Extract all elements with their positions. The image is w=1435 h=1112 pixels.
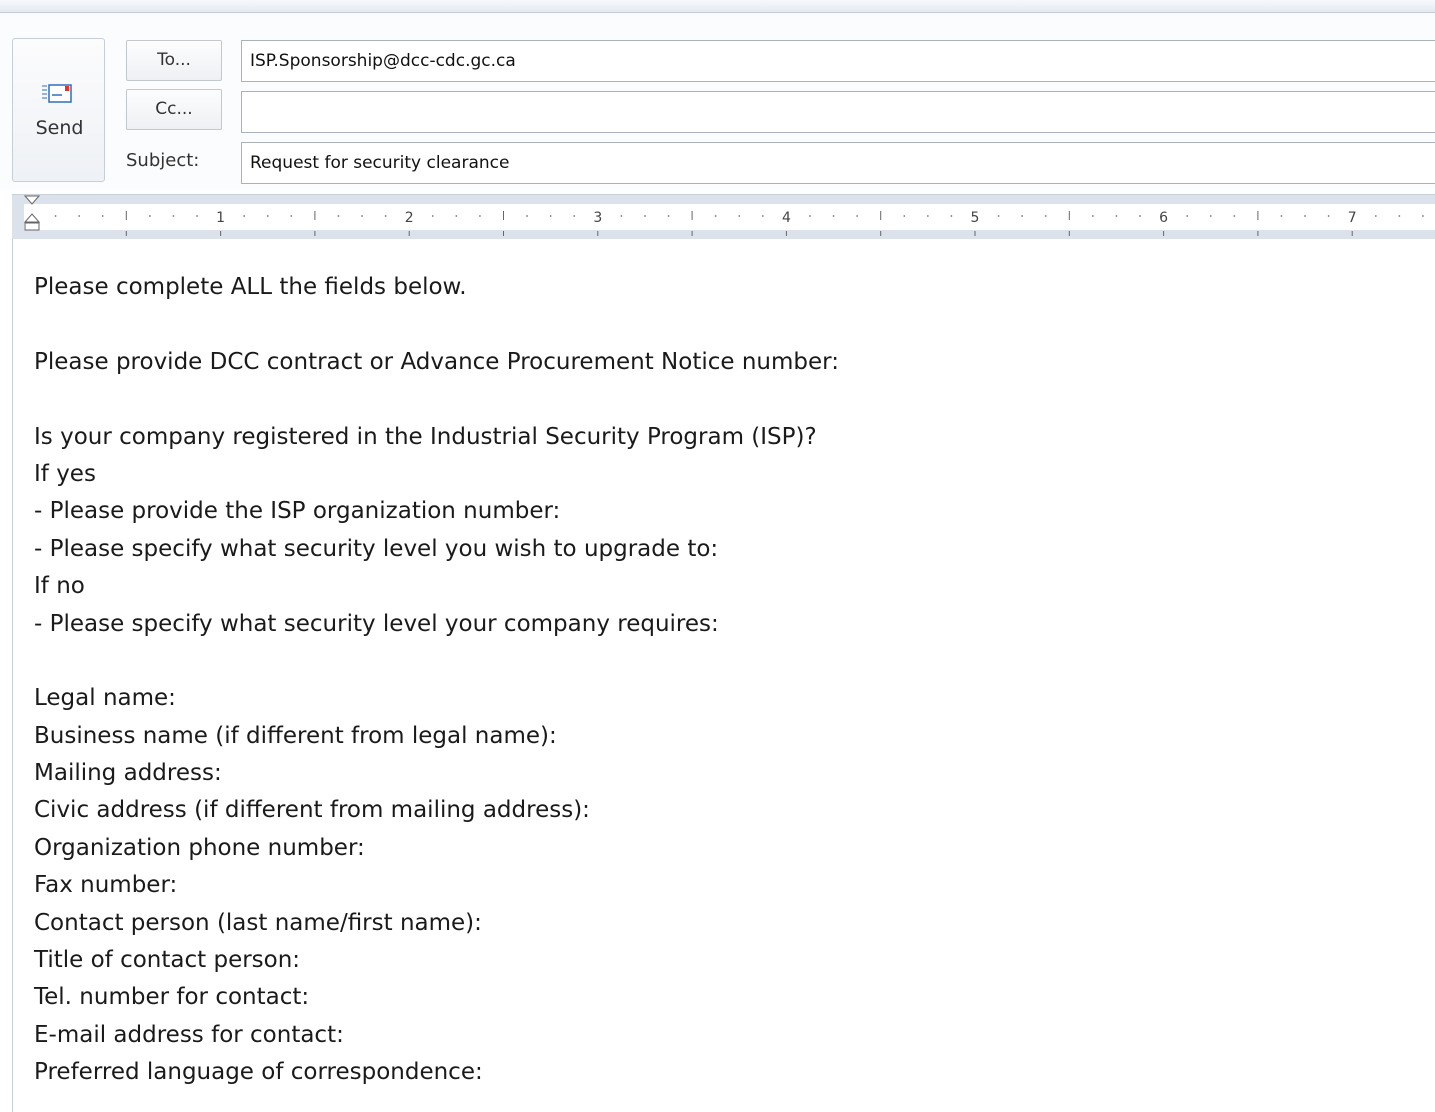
body-line: If no <box>34 573 85 600</box>
ruler-dot <box>1091 215 1094 217</box>
cc-button[interactable]: Cc... <box>126 89 222 130</box>
body-line: Please complete ALL the fields below. <box>34 274 467 300</box>
ruler-dot <box>148 215 151 217</box>
ruler-dot <box>1304 215 1306 217</box>
ruler-dot <box>243 215 246 217</box>
ruler-dot <box>573 215 576 217</box>
ruler-dot <box>1044 215 1047 217</box>
ruler-dot <box>101 215 104 217</box>
body-line: - Please specify what security level you… <box>34 610 719 637</box>
ruler-dot <box>361 215 363 217</box>
body-line: Business name (if different from legal n… <box>34 722 557 749</box>
body-line: Is your company registered in the Indust… <box>34 423 817 450</box>
send-button[interactable]: Send <box>12 38 105 182</box>
body-line: Civic address (if different from mailing… <box>34 797 590 824</box>
ruler-dot <box>266 215 269 217</box>
ruler-scale: 1 2 3 4 5 6 7 <box>23 195 1435 236</box>
ruler-dot <box>1327 215 1330 217</box>
ruler-dot <box>738 215 741 217</box>
ruler-number: 3 <box>593 210 602 226</box>
body-line: Mailing address: <box>34 760 222 787</box>
ruler-dot <box>337 215 340 217</box>
ruler-dot <box>1422 215 1424 217</box>
body-line: - Please provide the ISP organization nu… <box>34 498 561 525</box>
body-line: If yes <box>34 460 96 487</box>
ruler-dot <box>384 215 387 217</box>
subject-field[interactable]: Request for security clearance <box>241 142 1435 184</box>
ruler-number: 5 <box>971 210 980 226</box>
ruler-dot <box>1280 215 1283 217</box>
ruler-dot <box>78 215 81 217</box>
body-line: Tel. number for contact: <box>34 984 310 1011</box>
ruler-dot <box>431 215 434 217</box>
ruler-number: 1 <box>216 210 225 226</box>
ruler-number: 7 <box>1348 210 1357 226</box>
subject-label: Subject: <box>126 150 200 171</box>
body-line: Organization phone number: <box>34 834 365 861</box>
envelope-send-icon <box>42 84 72 103</box>
ruler-dot <box>1021 215 1024 217</box>
body-line: Fax number: <box>34 872 178 899</box>
body-line: Please provide DCC contract or Advance P… <box>34 348 839 375</box>
ruler-dot <box>832 215 835 217</box>
ruler-dot <box>54 215 57 217</box>
ruler-dot <box>1398 215 1401 217</box>
ruler-dot <box>1186 215 1189 217</box>
to-field[interactable]: ISP.Sponsorship@dcc-cdc.gc.ca <box>241 40 1435 82</box>
ruler-dot <box>1374 215 1377 217</box>
body-line: - Please specify what security level you… <box>34 535 719 562</box>
ruler-dot <box>667 215 670 217</box>
ruler-dot <box>856 215 859 217</box>
ruler-dot <box>997 215 1000 217</box>
ruler-number: 4 <box>782 210 791 226</box>
cc-field[interactable] <box>241 91 1435 133</box>
ruler-dot <box>479 215 481 217</box>
ruler-dot <box>455 215 458 217</box>
ruler-dot <box>950 215 953 217</box>
ruler-dot <box>620 215 623 217</box>
ruler-dot <box>196 215 198 217</box>
message-body[interactable]: Please complete ALL the fields below. Ple… <box>12 239 1435 1112</box>
ruler-dot <box>526 215 528 217</box>
ruler-dot <box>1233 215 1236 217</box>
ruler-dot <box>172 215 175 217</box>
ruler-number: 2 <box>405 210 414 226</box>
send-label: Send <box>35 117 84 139</box>
body-line: Title of contact person: <box>34 947 301 974</box>
window-top-strip <box>0 0 1435 13</box>
ruler-dot <box>290 215 293 217</box>
body-line: Preferred language of correspondence: <box>34 1059 483 1086</box>
body-text: Please complete ALL the fields below. Ple… <box>34 269 839 1092</box>
ruler-dot <box>1139 215 1141 217</box>
ruler-dot <box>644 215 646 217</box>
ruler-dot <box>714 215 717 217</box>
ruler-dot <box>549 215 552 217</box>
ruler-page-band <box>24 204 1435 230</box>
ruler-dot <box>1209 215 1212 217</box>
body-line: E-mail address for contact: <box>34 1021 344 1048</box>
horizontal-ruler[interactable]: 1 2 3 4 5 6 7 <box>12 194 1435 240</box>
ruler-dot <box>809 215 811 217</box>
ruler-dot <box>903 215 906 217</box>
ruler-dot <box>926 215 929 217</box>
body-line: Contact person (last name/first name): <box>34 909 482 936</box>
body-line: Legal name: <box>34 685 176 712</box>
ruler-dot <box>761 215 764 217</box>
ruler-dot <box>1115 215 1118 217</box>
ruler-number: 6 <box>1159 210 1168 226</box>
to-button[interactable]: To... <box>126 40 222 81</box>
